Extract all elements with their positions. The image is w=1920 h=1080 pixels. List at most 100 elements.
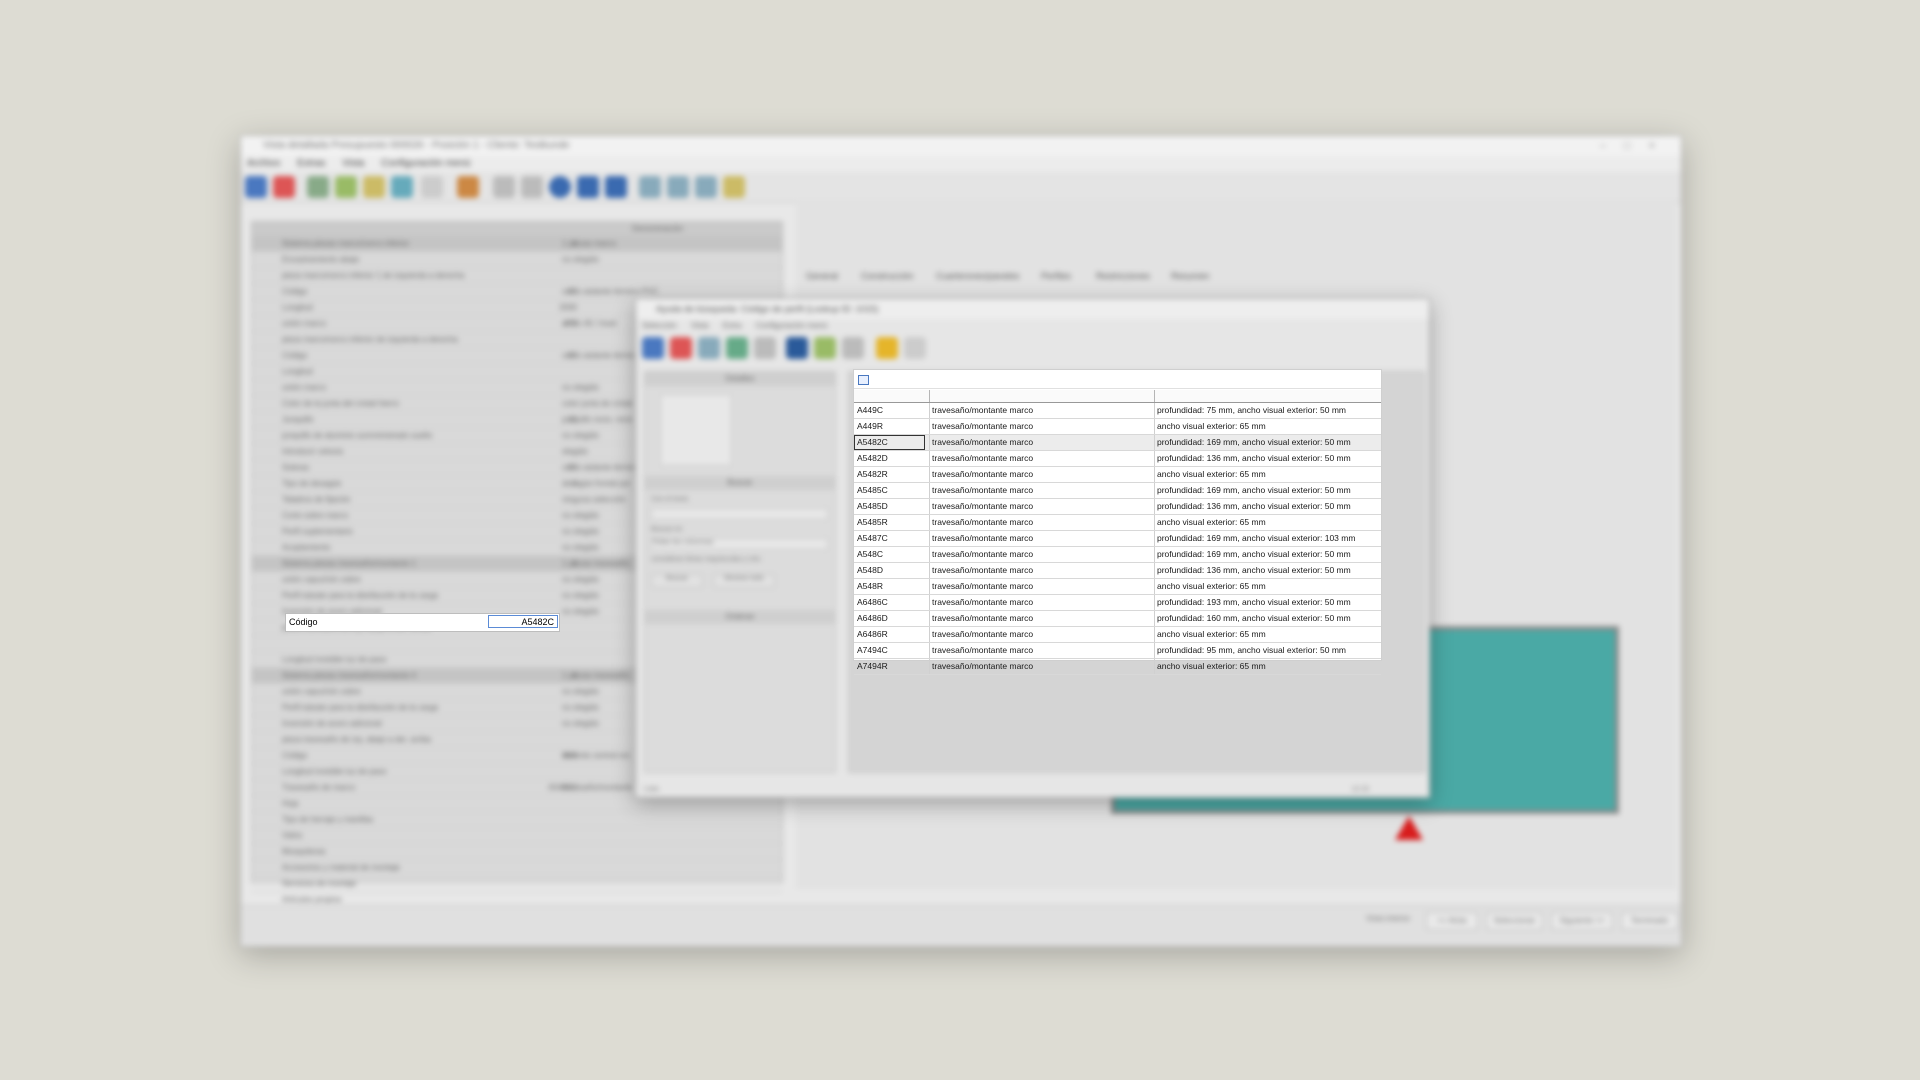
position-marker-icon[interactable] bbox=[1395, 816, 1423, 840]
image-icon[interactable] bbox=[726, 337, 748, 359]
dialog-menu-extra[interactable]: Extra bbox=[723, 321, 742, 330]
filter-icon[interactable] bbox=[754, 337, 776, 359]
tool-icon[interactable] bbox=[457, 176, 479, 198]
window-controls[interactable]: –□× bbox=[1600, 136, 1673, 156]
ok-icon[interactable] bbox=[245, 176, 267, 198]
grid-icon[interactable] bbox=[667, 176, 689, 198]
document-icon[interactable] bbox=[421, 176, 443, 198]
search-button[interactable]: Buscar bbox=[651, 574, 703, 588]
document-icon[interactable] bbox=[904, 337, 926, 359]
property-row[interactable]: Mosquiteras bbox=[252, 844, 782, 860]
property-name: unión capuchón sobre bbox=[282, 575, 361, 584]
next-record-icon[interactable] bbox=[577, 176, 599, 198]
section-buscar[interactable]: Buscar bbox=[645, 476, 835, 490]
tool-icon[interactable] bbox=[391, 176, 413, 198]
property-row[interactable]: pieza marco/cerco inferior 1 de izquierd… bbox=[252, 268, 782, 284]
table-row[interactable]: A449C travesaño/montante marco profundidad… bbox=[854, 403, 1381, 419]
table-row[interactable]: A6486D travesaño/montante marco profundida… bbox=[854, 611, 1381, 627]
table-row[interactable]: A7494R travesaño/montante marco ancho visu… bbox=[854, 659, 1381, 675]
edit-icon[interactable] bbox=[842, 337, 864, 359]
ok-icon[interactable] bbox=[642, 337, 664, 359]
table-row[interactable]: A5485R travesaño/montante marco ancho visu… bbox=[854, 515, 1381, 531]
property-row[interactable]: Hoja bbox=[252, 796, 782, 812]
next-button[interactable]: Siguiente >> bbox=[1551, 912, 1613, 930]
current-record-icon[interactable] bbox=[549, 176, 571, 198]
save-icon[interactable] bbox=[786, 337, 808, 359]
grid-icon[interactable] bbox=[639, 176, 661, 198]
row-code: A449C bbox=[857, 405, 883, 415]
finish-button[interactable]: Terminado bbox=[1621, 912, 1678, 930]
search-in-select[interactable]: Todas las columnas bbox=[651, 538, 828, 550]
codigo-value-input[interactable]: A5482C bbox=[488, 615, 558, 628]
menu-configuracion[interactable]: Configuración menú bbox=[381, 158, 471, 169]
property-name: Código bbox=[282, 287, 308, 296]
menu-vista[interactable]: Vista bbox=[342, 158, 364, 169]
property-row[interactable]: Servicios de montaje bbox=[252, 876, 782, 892]
property-name: Longitud invisible luz de paso bbox=[282, 655, 387, 664]
dialog-menu-configuracion[interactable]: Configuración menú bbox=[756, 321, 828, 330]
section-ordenar[interactable]: Ordenar bbox=[645, 610, 835, 624]
property-description: 1 piezas travesaño bbox=[562, 671, 630, 680]
row-code: A6486C bbox=[857, 597, 888, 607]
cancel-icon[interactable] bbox=[670, 337, 692, 359]
first-record-icon[interactable] bbox=[493, 176, 515, 198]
grid-icon[interactable] bbox=[698, 337, 720, 359]
property-description: no elegido bbox=[562, 687, 599, 696]
grid-layout-icon[interactable] bbox=[858, 375, 869, 385]
tool-icon[interactable] bbox=[307, 176, 329, 198]
property-row[interactable]: Tipo de herraje y manillas bbox=[252, 812, 782, 828]
table-row[interactable]: A6486C travesaño/montante marco profundida… bbox=[854, 595, 1381, 611]
property-row[interactable]: Vidrio bbox=[252, 828, 782, 844]
row-detail: profundidad: 136 mm, ancho visual exteri… bbox=[1157, 501, 1351, 511]
column-header-code[interactable] bbox=[854, 390, 930, 402]
table-row[interactable]: A7494C travesaño/montante marco profundida… bbox=[854, 643, 1381, 659]
table-row[interactable]: A548C travesaño/montante marco profundidad… bbox=[854, 547, 1381, 563]
property-name: Perfil suplementario bbox=[282, 527, 353, 536]
show-all-button[interactable]: Mostrar todo bbox=[713, 574, 775, 588]
menu-archivo[interactable]: Archivo bbox=[247, 158, 280, 169]
dialog-menu-seleccion[interactable]: Selección bbox=[642, 321, 677, 330]
grid-icon[interactable] bbox=[695, 176, 717, 198]
row-detail: profundidad: 169 mm, ancho visual exteri… bbox=[1157, 437, 1351, 447]
last-record-icon[interactable] bbox=[605, 176, 627, 198]
table-row[interactable]: A5482C travesaño/montante marco profundida… bbox=[854, 435, 1381, 451]
table-row[interactable]: A5485C travesaño/montante marco profundida… bbox=[854, 483, 1381, 499]
tool-icon[interactable] bbox=[363, 176, 385, 198]
table-row[interactable]: A548D travesaño/montante marco profundidad… bbox=[854, 563, 1381, 579]
table-row[interactable]: A548R travesaño/montante marco ancho visua… bbox=[854, 579, 1381, 595]
case-checkbox-label[interactable]: considerar letras mayúsculas y min. bbox=[651, 556, 762, 563]
refresh-icon[interactable] bbox=[814, 337, 836, 359]
table-row[interactable]: A6486R travesaño/montante marco ancho visu… bbox=[854, 627, 1381, 643]
cancel-icon[interactable] bbox=[273, 176, 295, 198]
search-input[interactable] bbox=[651, 508, 828, 520]
table-row[interactable]: A5487C travesaño/montante marco profundida… bbox=[854, 531, 1381, 547]
table-row[interactable]: A5482D travesaño/montante marco profundida… bbox=[854, 451, 1381, 467]
property-row[interactable]: Accesorios y material de montaje bbox=[252, 860, 782, 876]
section-detalles[interactable]: Detalles bbox=[645, 372, 835, 386]
tab-resumen[interactable]: Resumen bbox=[1171, 271, 1210, 281]
column-header-description[interactable] bbox=[929, 390, 1155, 402]
tab-general[interactable]: General bbox=[806, 271, 838, 281]
property-row[interactable]: Sistema piezas marco/cerco inferior 1 1 pi… bbox=[252, 236, 782, 252]
key-icon[interactable] bbox=[723, 176, 745, 198]
column-header-detail[interactable] bbox=[1154, 390, 1380, 402]
property-name: Código bbox=[282, 751, 308, 760]
property-name: Introducir celosía bbox=[282, 447, 343, 456]
row-detail: ancho visual exterior: 65 mm bbox=[1157, 517, 1266, 527]
star-icon[interactable] bbox=[876, 337, 898, 359]
select-button[interactable]: Seleccionar bbox=[1486, 912, 1543, 930]
tab-perfiles[interactable]: Perfiles bbox=[1041, 271, 1071, 281]
column-separator bbox=[929, 579, 930, 594]
back-button[interactable]: << Atrás bbox=[1426, 912, 1478, 930]
table-row[interactable]: A5485D travesaño/montante marco profundida… bbox=[854, 499, 1381, 515]
tab-construccion[interactable]: Construcción bbox=[861, 271, 914, 281]
property-row[interactable]: Encastramiento abajo no elegido bbox=[252, 252, 782, 268]
tab-cuarterones[interactable]: Cuarterones/paneles bbox=[936, 271, 1020, 281]
previous-record-icon[interactable] bbox=[521, 176, 543, 198]
menu-extras[interactable]: Extras bbox=[297, 158, 325, 169]
tool-icon[interactable] bbox=[335, 176, 357, 198]
table-row[interactable]: A5482R travesaño/montante marco ancho visu… bbox=[854, 467, 1381, 483]
table-row[interactable]: A449R travesaño/montante marco ancho visua… bbox=[854, 419, 1381, 435]
tab-restricciones[interactable]: Restricciones bbox=[1096, 271, 1150, 281]
dialog-menu-vista[interactable]: Vista bbox=[691, 321, 709, 330]
